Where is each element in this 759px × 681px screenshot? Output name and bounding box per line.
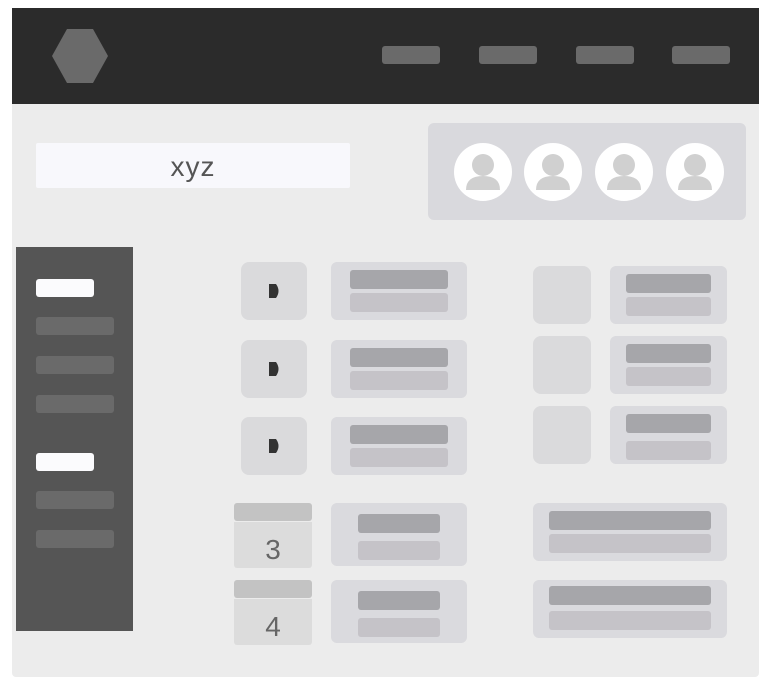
sidebar-item[interactable] (36, 395, 114, 413)
play-button[interactable] (241, 262, 307, 320)
avatar-icon[interactable] (666, 143, 724, 201)
list-item-card[interactable] (331, 340, 467, 398)
thumbnail-placeholder[interactable] (533, 406, 591, 464)
list-item-card[interactable] (610, 336, 727, 394)
sidebar-item[interactable] (36, 530, 114, 548)
list-item-card[interactable] (610, 406, 727, 464)
play-button[interactable] (241, 417, 307, 475)
search-input[interactable]: xyz (36, 143, 350, 188)
thumbnail-placeholder[interactable] (533, 336, 591, 394)
sidebar-item[interactable] (36, 356, 114, 374)
list-item-card[interactable] (331, 580, 467, 643)
number-badge: 3 (234, 522, 312, 568)
sidebar-item[interactable] (36, 317, 114, 335)
list-item-card[interactable] (610, 266, 727, 324)
list-item-card[interactable] (331, 417, 467, 475)
nav-link-2[interactable] (479, 46, 537, 64)
avatar-icon[interactable] (524, 143, 582, 201)
play-icon (269, 439, 279, 453)
thumbnail-placeholder[interactable] (533, 266, 591, 324)
number-badge: 4 (234, 599, 312, 645)
sidebar-item[interactable] (36, 491, 114, 509)
sidebar-item-active[interactable] (36, 453, 94, 471)
number-badge-header (234, 503, 312, 521)
avatar-icon[interactable] (454, 143, 512, 201)
avatar-group (428, 123, 746, 220)
logo-icon[interactable] (50, 26, 110, 86)
wide-card[interactable] (533, 580, 727, 638)
nav-link-4[interactable] (672, 46, 730, 64)
avatar-icon[interactable] (595, 143, 653, 201)
play-icon (269, 284, 279, 298)
nav-link-3[interactable] (576, 46, 634, 64)
sidebar (16, 247, 133, 631)
play-button[interactable] (241, 340, 307, 398)
nav-link-1[interactable] (382, 46, 440, 64)
list-item-card[interactable] (331, 503, 467, 566)
number-badge-header (234, 580, 312, 598)
play-icon (269, 362, 279, 376)
list-item-card[interactable] (331, 262, 467, 320)
wide-card[interactable] (533, 503, 727, 561)
sidebar-item-active[interactable] (36, 279, 94, 297)
